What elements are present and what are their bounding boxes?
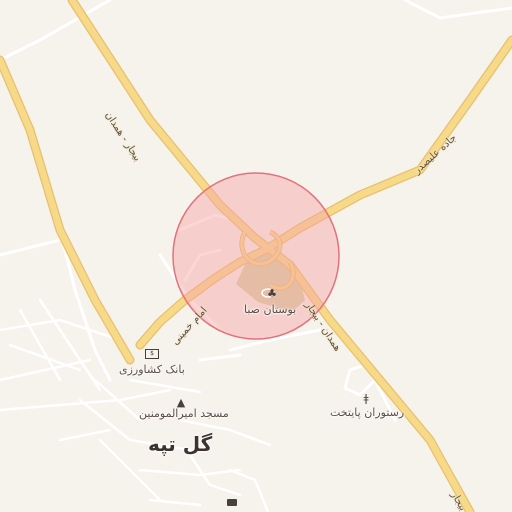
restaurant-label[interactable]: رستوران پایتخت <box>330 406 404 419</box>
town-label[interactable]: گل تپه <box>148 432 212 456</box>
restaurant-icon[interactable]: ǂ <box>360 393 372 405</box>
mosque-label[interactable]: مسجد امیرالمومنین <box>139 407 229 420</box>
mail-icon[interactable] <box>227 499 237 506</box>
bank-label[interactable]: بانک کشاورزی <box>119 363 185 376</box>
tree-icon[interactable]: ♣ <box>265 288 279 300</box>
map-canvas <box>0 0 512 512</box>
park-label[interactable]: بوستان صبا <box>244 303 296 316</box>
bank-icon[interactable]: $ <box>145 349 159 359</box>
map-view[interactable]: بیجار - همدان جاده علیصدر همدان - بیجار … <box>0 0 512 512</box>
